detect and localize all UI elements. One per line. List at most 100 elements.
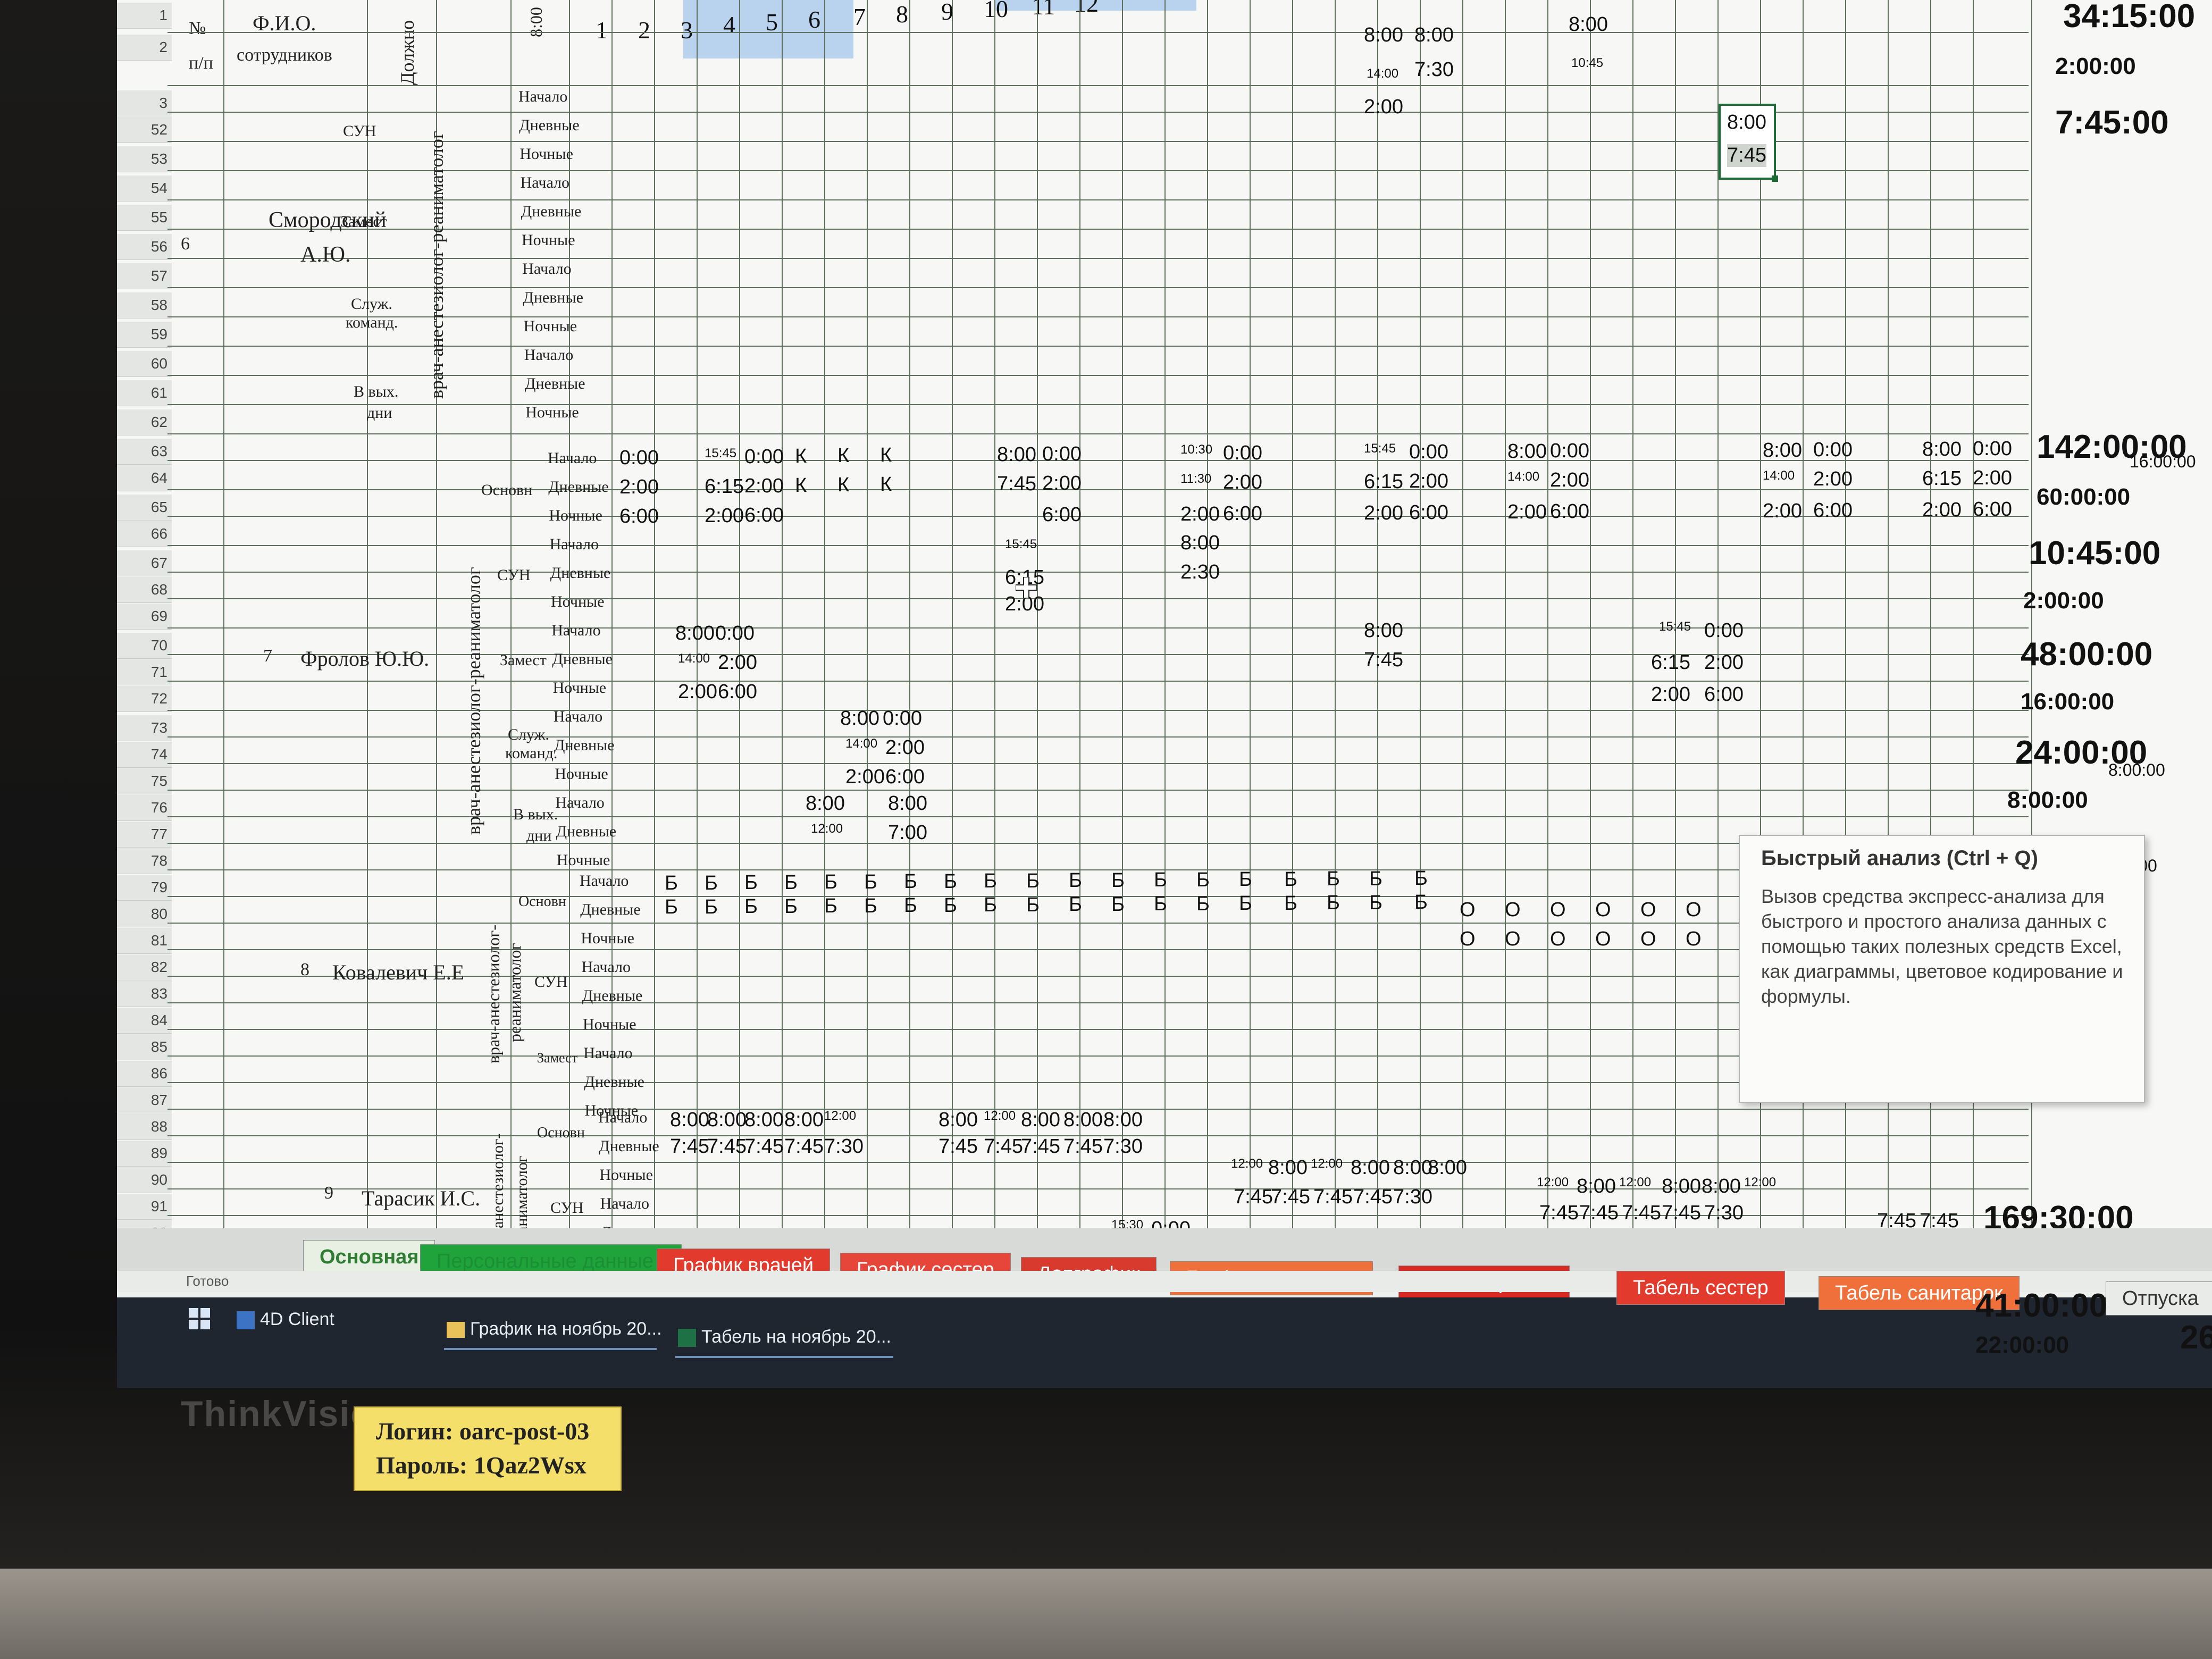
schedule-value[interactable]: Б (944, 870, 957, 893)
schedule-value[interactable]: 6:00 (1042, 504, 1082, 526)
day-2[interactable]: 2 (638, 16, 650, 44)
schedule-value[interactable]: 2:00 (845, 766, 885, 789)
side-value[interactable]: 16:00:00 (2130, 452, 2196, 472)
schedule-value[interactable]: 6:15 (1922, 467, 1962, 490)
schedule-value[interactable]: Б (904, 894, 917, 917)
schedule-value[interactable]: Б (1154, 869, 1167, 892)
schedule-value[interactable]: К (795, 445, 807, 468)
row-header[interactable]: 70 (117, 633, 172, 659)
row-header[interactable]: 89 (117, 1141, 172, 1167)
schedule-value[interactable]: О (1640, 899, 1656, 921)
row-header[interactable]: 85 (117, 1034, 172, 1060)
schedule-value[interactable]: 12:00 (811, 822, 843, 836)
day-1[interactable]: 1 (596, 16, 608, 44)
schedule-value[interactable]: 14:00 (1507, 470, 1539, 484)
schedule-value[interactable]: Б (784, 895, 798, 918)
schedule-value[interactable]: О (1640, 928, 1656, 951)
schedule-value[interactable]: Б (824, 871, 837, 894)
schedule-value[interactable]: 15:45 (1659, 619, 1691, 634)
schedule-value[interactable]: 8:00 (1021, 1109, 1060, 1132)
row-header[interactable]: 52 (117, 117, 172, 143)
schedule-value[interactable]: 2:00 (1223, 471, 1262, 494)
schedule-value[interactable]: 8:00 (1268, 1157, 1308, 1179)
top-value[interactable]: 2:00 (1364, 96, 1403, 119)
total-hours[interactable]: 34:15:00 (2063, 0, 2195, 35)
row-header[interactable]: 57 (117, 263, 172, 289)
row-header[interactable]: 72 (117, 686, 172, 712)
fill-handle[interactable] (1772, 175, 1778, 182)
schedule-value[interactable]: 7:45 (1063, 1135, 1103, 1158)
total-hours[interactable]: 16:00:00 (2021, 689, 2114, 715)
schedule-value[interactable]: Б (824, 895, 837, 918)
row-header[interactable]: 84 (117, 1008, 172, 1034)
schedule-value[interactable]: Б (1111, 869, 1125, 892)
schedule-value[interactable]: 2:00 (1550, 469, 1589, 492)
schedule-value[interactable]: 6:00 (1704, 683, 1744, 706)
day-4[interactable]: 4 (723, 11, 735, 39)
total-hours[interactable]: 10:45:00 (2029, 534, 2160, 572)
schedule-value[interactable]: Б (1069, 869, 1082, 892)
schedule-value[interactable]: 8:00 (997, 443, 1036, 466)
top-value[interactable]: 8:00 (1414, 24, 1454, 47)
row-header[interactable]: 86 (117, 1061, 172, 1087)
schedule-value[interactable]: 0:00 (1550, 440, 1589, 463)
schedule-value[interactable]: 0:00 (1813, 439, 1853, 462)
schedule-value[interactable]: 12:00 (1231, 1157, 1263, 1171)
schedule-value[interactable]: 14:00 (1763, 468, 1795, 483)
total-hours[interactable]: 7:45:00 (2055, 104, 2169, 141)
schedule-value[interactable]: 8:00 (1507, 440, 1547, 463)
schedule-value[interactable]: 7:45 (1021, 1135, 1060, 1158)
schedule-value[interactable]: 8:00 (840, 707, 879, 730)
schedule-value[interactable]: 6:00 (718, 681, 757, 703)
schedule-value[interactable]: 0:00 (1042, 443, 1082, 466)
taskbar-app-4d-client[interactable]: 4D Client (237, 1309, 334, 1330)
tab-tabel-sester[interactable]: Табель сестер (1616, 1271, 1785, 1305)
schedule-value[interactable]: 6:00 (1550, 500, 1589, 523)
schedule-value[interactable]: 8:00 (806, 792, 845, 815)
schedule-value[interactable]: 2:00 (1651, 683, 1690, 706)
schedule-value[interactable]: 7:45 (1313, 1186, 1353, 1209)
taskbar-app-tabel[interactable]: Табель на ноябрь 20... (678, 1327, 891, 1347)
row-header[interactable]: 90 (117, 1167, 172, 1193)
schedule-value[interactable]: 8:00 (744, 1109, 784, 1132)
schedule-value[interactable]: 2:00 (705, 505, 744, 527)
schedule-value[interactable]: 0:00 (1409, 441, 1448, 464)
schedule-value[interactable]: Б (984, 894, 997, 917)
schedule-value[interactable]: О (1460, 928, 1476, 951)
schedule-value[interactable]: 0:00 (744, 446, 784, 468)
day-10[interactable]: 10 (984, 0, 1008, 23)
schedule-value[interactable]: О (1550, 899, 1566, 921)
schedule-value[interactable]: Б (1154, 893, 1167, 916)
schedule-value[interactable]: Б (1414, 867, 1428, 890)
schedule-value[interactable]: 7:45 (744, 1135, 784, 1158)
schedule-value[interactable]: 12:00 (1744, 1175, 1776, 1190)
schedule-value[interactable]: 15:45 (705, 446, 736, 461)
schedule-value[interactable]: 6:00 (1973, 498, 2012, 521)
schedule-value[interactable]: 2:00 (678, 681, 717, 703)
schedule-value[interactable]: 8:00 (1702, 1175, 1741, 1198)
schedule-value[interactable]: 12:00 (1537, 1175, 1569, 1190)
schedule-value[interactable]: 7:00 (888, 822, 927, 844)
row-header[interactable]: 66 (117, 521, 172, 547)
schedule-value[interactable]: 7:45 (1662, 1202, 1701, 1225)
row-header[interactable]: 60 (117, 351, 172, 377)
schedule-value[interactable]: 15:45 (1364, 441, 1396, 456)
schedule-value[interactable]: 8:00 (707, 1109, 747, 1132)
schedule-value[interactable]: К (795, 474, 807, 497)
side-value[interactable]: 26 (2180, 1319, 2212, 1356)
schedule-value[interactable]: 7:30 (1393, 1186, 1432, 1209)
schedule-value[interactable]: К (880, 444, 892, 467)
schedule-value[interactable]: 6:00 (1813, 499, 1853, 522)
day-7[interactable]: 7 (853, 3, 866, 31)
schedule-value[interactable]: 2:00 (1704, 651, 1744, 674)
schedule-value[interactable]: Б (904, 870, 917, 893)
schedule-value[interactable]: Б (1327, 868, 1340, 891)
schedule-value[interactable]: Б (665, 896, 678, 919)
selected-cell[interactable]: 8:00 7:45 (1719, 104, 1778, 182)
schedule-value[interactable]: 2:00 (619, 476, 659, 499)
schedule-value[interactable]: 8:00 (1180, 532, 1220, 555)
row-header[interactable]: 54 (117, 175, 172, 202)
row-header[interactable]: 68 (117, 577, 172, 603)
schedule-value[interactable]: О (1595, 928, 1611, 951)
schedule-value[interactable]: 8:00 (1922, 438, 1962, 461)
